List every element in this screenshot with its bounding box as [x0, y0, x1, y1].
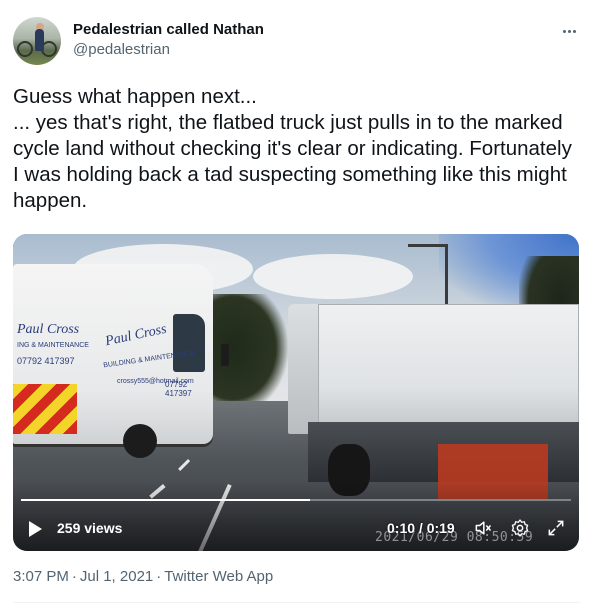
video-player[interactable]: Paul Cross ING & MAINTENANCE 07792 41739…	[13, 234, 579, 551]
avatar[interactable]	[13, 17, 61, 65]
van-window	[173, 314, 205, 372]
volume-muted-icon[interactable]	[473, 518, 493, 538]
divider	[13, 602, 580, 603]
van-chevron-stripes	[13, 384, 77, 434]
author-display-name[interactable]: Pedalestrian called Nathan	[73, 21, 264, 39]
author-handle[interactable]: @pedalestrian	[73, 40, 264, 60]
van-brand-side: Paul Cross	[104, 321, 168, 350]
play-icon[interactable]	[29, 521, 42, 537]
tweet-source[interactable]: Twitter Web App	[164, 568, 273, 585]
van-tagline-left: ING & MAINTENANCE	[17, 342, 89, 349]
van-brand-left: Paul Cross	[17, 322, 80, 337]
tweet-header: Pedalestrian called Nathan @pedalestrian	[13, 15, 580, 65]
more-dot-icon	[562, 29, 566, 33]
bicycle-wheel-icon	[17, 41, 33, 57]
person-body-icon	[35, 29, 44, 51]
tweet-meta: 3:07 PM · Jul 1, 2021 · Twitter Web App	[13, 568, 273, 585]
street-lamp-head	[408, 244, 448, 247]
video-controls: 259 views 0:10 / 0:19	[13, 514, 579, 544]
more-dot-icon	[567, 29, 571, 33]
traffic-light	[221, 344, 229, 366]
video-progress-fill	[21, 499, 311, 501]
tweet-date[interactable]: Jul 1, 2021	[80, 568, 153, 585]
author-names: Pedalestrian called Nathan @pedalestrian	[73, 21, 264, 60]
tweet-time[interactable]: 3:07 PM	[13, 568, 69, 585]
more-options-button[interactable]	[558, 21, 580, 41]
fullscreen-icon[interactable]	[546, 518, 566, 538]
video-time: 0:10 / 0:19	[387, 520, 455, 536]
gear-icon[interactable]	[510, 518, 530, 538]
view-count: 259 views	[57, 520, 123, 536]
meta-separator: ·	[156, 568, 162, 585]
video-progress-bar[interactable]	[21, 499, 571, 501]
white-van: Paul Cross ING & MAINTENANCE 07792 41739…	[13, 264, 213, 444]
flatbed-truck	[288, 304, 579, 499]
van-wheel	[123, 424, 157, 458]
cloud	[253, 254, 413, 299]
truck-bed	[318, 304, 579, 424]
van-phone-side: 07792 417397	[165, 380, 192, 398]
tweet-text: Guess what happen next... ... yes that's…	[13, 85, 572, 212]
van-phone-left: 07792 417397	[17, 356, 75, 366]
meta-separator: ·	[71, 568, 77, 585]
more-dot-icon	[572, 29, 576, 33]
